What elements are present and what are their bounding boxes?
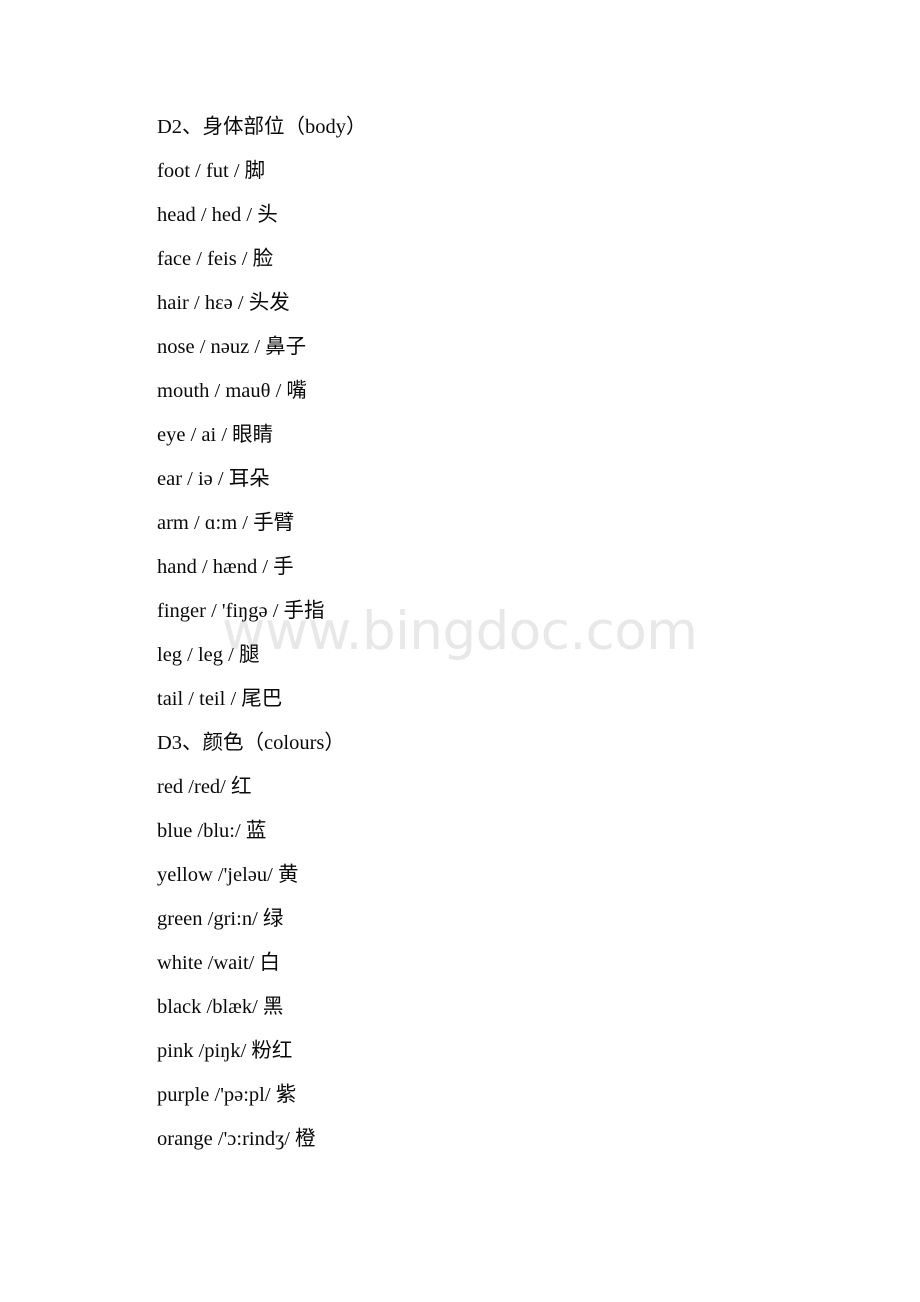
vocabulary-entry: foot / fut / 脚: [157, 160, 266, 182]
document-page: www.bingdoc.com D2、身体部位（body） foot / fut …: [0, 0, 920, 1302]
vocabulary-entry: green /gri:n/ 绿: [157, 908, 284, 930]
vocabulary-entry: eye / ai / 眼睛: [157, 424, 274, 446]
vocabulary-entry: yellow /'jeləu/ 黄: [157, 864, 299, 886]
vocabulary-entry: arm / ɑ:m / 手臂: [157, 512, 295, 534]
vocabulary-entry: hand / hænd / 手: [157, 556, 294, 578]
vocabulary-entry: leg / leg / 腿: [157, 644, 260, 666]
vocabulary-entry: black /blæk/ 黑: [157, 996, 284, 1018]
section-heading: D2、身体部位（body）: [157, 116, 367, 138]
vocabulary-entry: purple /'pə:pl/ 紫: [157, 1084, 297, 1106]
document-text-body: D2、身体部位（body） foot / fut / 脚 head / hed / …: [157, 105, 857, 1161]
vocabulary-entry: mouth / mauθ / 嘴: [157, 380, 307, 402]
vocabulary-entry: hair / hɛə / 头发: [157, 292, 290, 314]
vocabulary-entry: white /wait/ 白: [157, 952, 280, 974]
vocabulary-entry: orange /'ɔ:rindʒ/ 橙: [157, 1128, 316, 1150]
vocabulary-entry: tail / teil / 尾巴: [157, 688, 283, 710]
vocabulary-entry: blue /blu:/ 蓝: [157, 820, 267, 842]
vocabulary-entry: pink /piŋk/ 粉红: [157, 1040, 293, 1062]
section-heading: D3、颜色（colours）: [157, 732, 345, 754]
vocabulary-entry: nose / nəuz / 鼻子: [157, 336, 307, 358]
vocabulary-entry: red /red/ 红: [157, 776, 252, 798]
vocabulary-entry: head / hed / 头: [157, 204, 278, 226]
vocabulary-entry: ear / iə / 耳朵: [157, 468, 270, 490]
vocabulary-entry: face / feis / 脸: [157, 248, 274, 270]
vocabulary-entry: finger / 'fiŋgə / 手指: [157, 600, 325, 622]
